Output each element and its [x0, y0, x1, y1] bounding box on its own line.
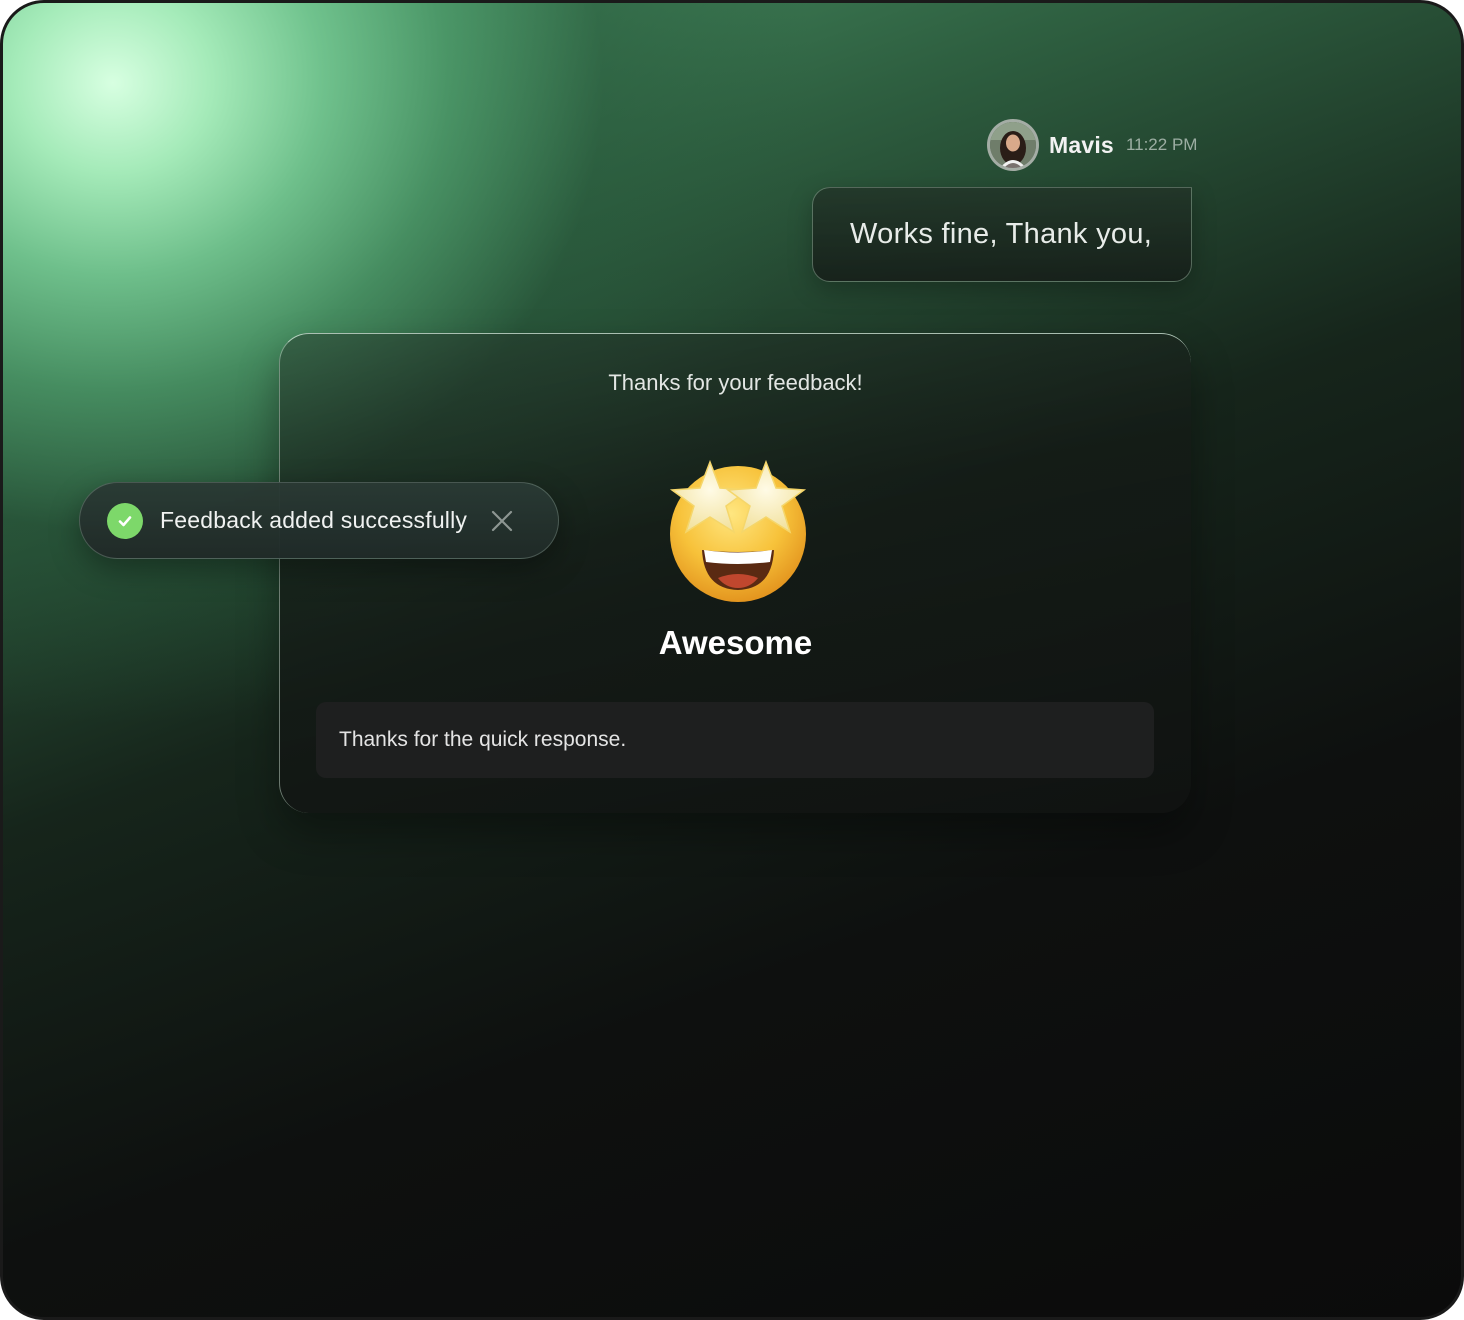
close-icon[interactable]	[489, 508, 515, 534]
feedback-comment-box[interactable]: Thanks for the quick response.	[316, 702, 1154, 778]
message-timestamp: 11:22 PM	[1125, 135, 1198, 154]
avatar[interactable]	[987, 119, 1039, 171]
sender-name: Mavis	[1049, 131, 1114, 158]
feedback-comment-text: Thanks for the quick response.	[339, 728, 627, 751]
feedback-card: Thanks for your feedback! Awesome Thanks…	[279, 333, 1191, 813]
chat-message-bubble: Works fine, Thank you,	[812, 187, 1192, 282]
app-frame: Mavis 11:22 PM Works fine, Thank you, Th…	[0, 0, 1464, 1320]
message-header: Mavis 11:22 PM	[987, 117, 1197, 173]
success-toast: Feedback added successfully	[79, 482, 559, 559]
check-circle-icon	[107, 502, 143, 539]
feedback-card-title: Thanks for your feedback!	[608, 370, 863, 395]
rating-label: Awesome	[658, 624, 813, 661]
chat-message-text: Works fine, Thank you,	[850, 218, 1153, 250]
star-struck-emoji-icon	[660, 454, 816, 604]
toast-message: Feedback added successfully	[160, 507, 468, 533]
